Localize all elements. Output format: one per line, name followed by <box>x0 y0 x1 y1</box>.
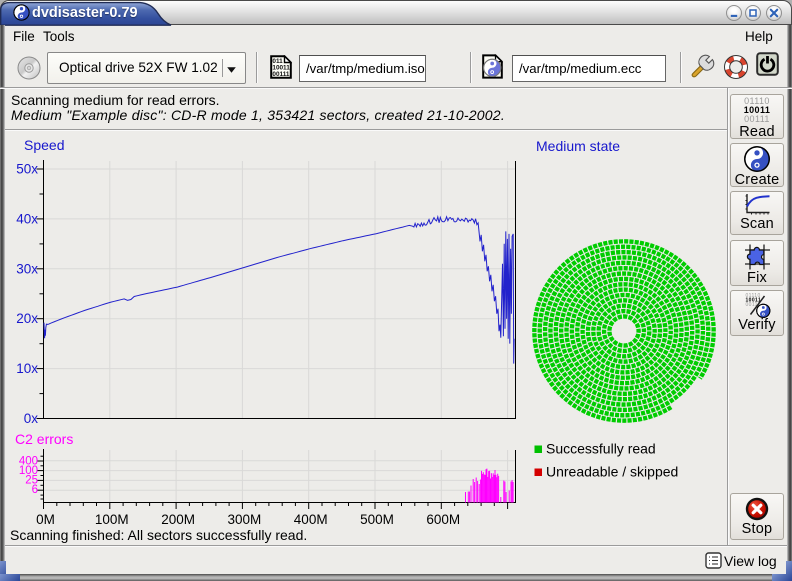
svg-text:Unreadable / skipped: Unreadable / skipped <box>546 464 678 480</box>
svg-text:30x: 30x <box>16 261 38 276</box>
svg-text:50x: 50x <box>16 162 38 177</box>
svg-text:Medium state: Medium state <box>536 138 620 154</box>
svg-text:200M: 200M <box>161 512 195 527</box>
svg-text:0M: 0M <box>36 512 55 527</box>
svg-text:20x: 20x <box>16 311 38 326</box>
svg-text:Successfully read: Successfully read <box>546 441 656 457</box>
svg-text:100M: 100M <box>95 512 129 527</box>
svg-text:500M: 500M <box>360 512 394 527</box>
svg-text:40x: 40x <box>16 211 38 226</box>
svg-text:400M: 400M <box>294 512 328 527</box>
svg-text:10x: 10x <box>16 361 38 376</box>
svg-text:C2 errors: C2 errors <box>15 431 73 447</box>
svg-text:Speed: Speed <box>24 137 64 153</box>
svg-text:600M: 600M <box>426 512 460 527</box>
svg-text:0x: 0x <box>24 411 39 426</box>
svg-text:6: 6 <box>32 484 38 496</box>
svg-text:300M: 300M <box>228 512 262 527</box>
